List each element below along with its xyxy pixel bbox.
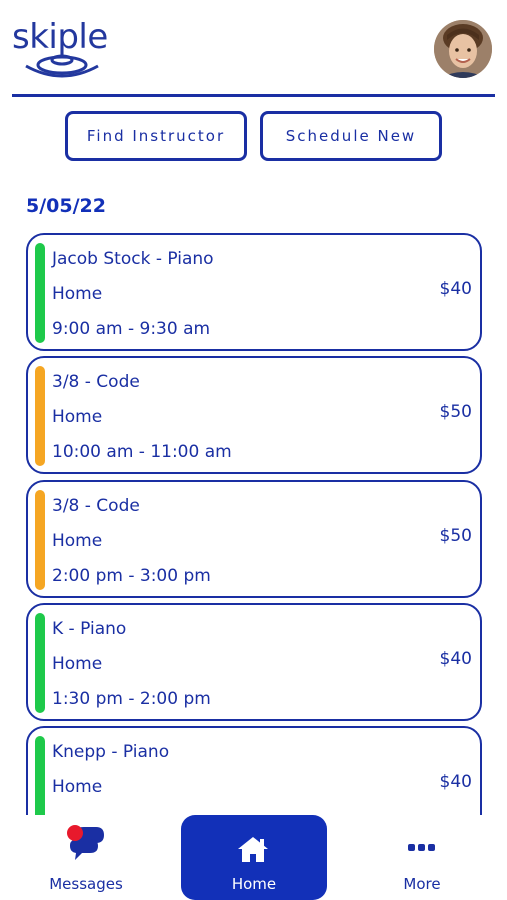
logo-wordmark: skiple — [12, 17, 108, 57]
appointment-title: K - Piano — [52, 619, 127, 639]
appointment-price: $40 — [439, 772, 472, 792]
appointment-title: Jacob Stock - Piano — [52, 249, 214, 269]
bottom-nav: Messages Home More — [0, 815, 507, 900]
appointment-card[interactable]: Knepp - Piano Home $40 — [26, 726, 482, 815]
nav-messages-label: Messages — [49, 875, 123, 893]
nav-messages[interactable]: Messages — [38, 815, 134, 900]
appointment-title: 3/8 - Code — [52, 496, 140, 516]
appointment-card[interactable]: 3/8 - Code Home 10:00 am - 11:00 am $50 — [26, 356, 482, 474]
appointment-list[interactable]: Jacob Stock - Piano Home 9:00 am - 9:30 … — [0, 230, 507, 815]
status-bar — [35, 613, 45, 713]
nav-more-label: More — [403, 875, 441, 893]
appointment-price: $40 — [439, 649, 472, 669]
nav-home-label: Home — [231, 875, 277, 893]
schedule-date: 5/05/22 — [26, 195, 106, 217]
appointment-location: Home — [52, 531, 103, 551]
status-bar — [35, 366, 45, 466]
status-bar — [35, 736, 45, 815]
app-header: skiple — [0, 0, 507, 97]
status-bar — [35, 490, 45, 590]
appointment-price: $50 — [439, 402, 472, 422]
nav-more[interactable]: More — [384, 815, 460, 900]
appointment-card[interactable]: K - Piano Home 1:30 pm - 2:00 pm $40 — [26, 603, 482, 721]
avatar-photo-icon — [434, 20, 492, 78]
appointment-location: Home — [52, 654, 103, 674]
status-bar — [35, 243, 45, 343]
header-divider — [12, 94, 495, 97]
ripple-icon — [25, 54, 99, 78]
appointment-time: 9:00 am - 9:30 am — [52, 319, 211, 339]
appointment-title: Knepp - Piano — [52, 742, 170, 762]
appointment-card[interactable]: Jacob Stock - Piano Home 9:00 am - 9:30 … — [26, 233, 482, 351]
appointment-price: $50 — [439, 526, 472, 546]
home-icon — [238, 837, 268, 862]
appointment-card[interactable]: 3/8 - Code Home 2:00 pm - 3:00 pm $50 — [26, 480, 482, 598]
appointment-location: Home — [52, 777, 103, 797]
appointment-location: Home — [52, 284, 103, 304]
more-icon — [408, 844, 435, 851]
user-avatar[interactable] — [434, 20, 492, 78]
appointment-title: 3/8 - Code — [52, 372, 140, 392]
appointment-price: $40 — [439, 279, 472, 299]
appointment-time: 1:30 pm - 2:00 pm — [52, 689, 211, 709]
find-instructor-button[interactable]: Find Instructor — [65, 111, 247, 161]
appointment-location: Home — [52, 407, 103, 427]
appointment-time: 2:00 pm - 3:00 pm — [52, 566, 211, 586]
skiple-logo[interactable]: skiple — [12, 18, 122, 84]
nav-home[interactable]: Home — [181, 815, 327, 900]
messages-icon — [67, 825, 104, 860]
appointment-time: 10:00 am - 11:00 am — [52, 442, 232, 462]
schedule-new-button[interactable]: Schedule New — [260, 111, 442, 161]
